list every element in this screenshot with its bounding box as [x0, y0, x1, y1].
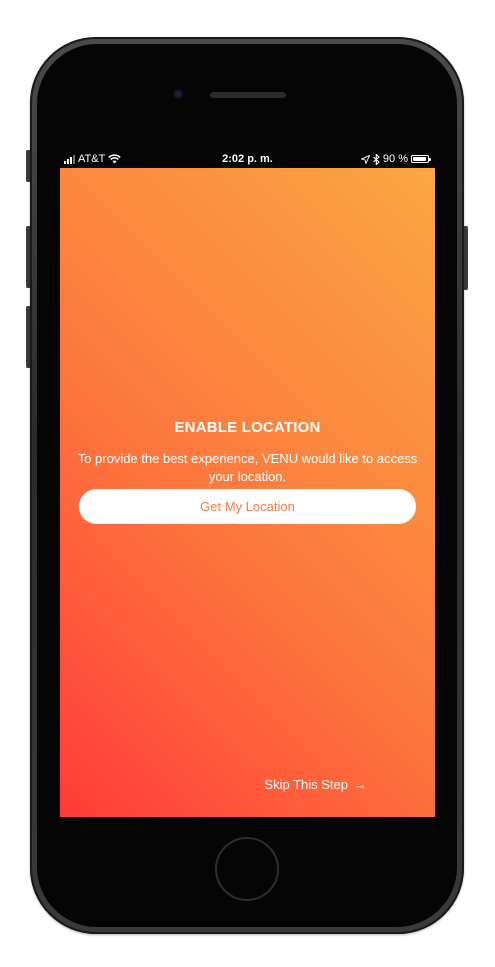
app-screen: ENABLE LOCATION To provide the best expe…	[60, 168, 435, 817]
page-title: ENABLE LOCATION	[174, 419, 321, 436]
status-bar: AT&T 2:02 p. m. 90 %	[60, 151, 435, 169]
skip-step-link[interactable]: Skip This Step →	[264, 777, 367, 792]
battery-level	[413, 157, 426, 161]
earpiece-speaker	[210, 92, 286, 98]
skip-step-label: Skip This Step	[264, 777, 348, 792]
battery-percentage: 90 %	[382, 153, 408, 165]
location-arrow-icon	[360, 154, 370, 164]
get-location-button[interactable]: Get My Location	[79, 489, 416, 524]
arrow-right-icon: →	[354, 777, 367, 792]
home-button[interactable]	[215, 837, 279, 901]
location-description: To provide the best experience, VENU wou…	[77, 451, 418, 484]
page: AT&T 2:02 p. m. 90 % ENABLE LOCATION To …	[0, 0, 495, 967]
status-right: 90 %	[360, 153, 431, 165]
battery-icon	[411, 155, 431, 163]
front-camera	[173, 89, 183, 99]
bluetooth-icon	[373, 153, 380, 165]
